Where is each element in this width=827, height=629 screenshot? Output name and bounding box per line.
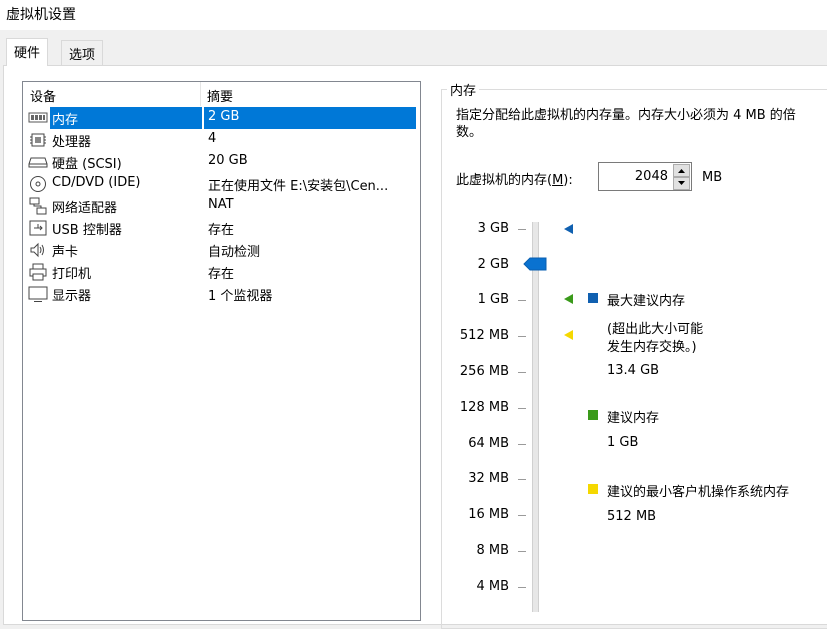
memory-stepper[interactable] [598,162,692,191]
memory-input-label-text: 此虚拟机的内存(M): [456,173,573,188]
min-guest-marker-icon [562,329,574,341]
device-row-usb-controller[interactable]: USB 控制器 存在 [24,217,419,239]
column-header-device[interactable]: 设备 [23,82,201,106]
device-summary: 自动检测 [208,245,261,260]
memory-value-input[interactable] [600,164,672,189]
device-row-memory[interactable]: 内存 2 GB [24,107,419,129]
max-recommended-value: 13.4 GB [607,363,660,378]
recommended-label: 建议内存 [607,411,660,426]
max-recommended-note-line2: 发生内存交换。) [607,340,697,355]
device-summary: 正在使用文件 E:\安装包\Cen... [208,179,389,194]
tab-options[interactable]: 选项 [61,40,104,65]
device-row-display[interactable]: 显示器 1 个监视器 [24,283,419,305]
device-name: 打印机 [52,267,92,282]
scale-label: 8 MB [476,543,509,558]
scale-label: 128 MB [459,400,509,415]
min-guest-label: 建议的最小客户机操作系统内存 [607,485,790,500]
window-title: 虚拟机设置 [6,7,76,23]
memory-increment-button[interactable] [673,164,690,177]
title-bar: 虚拟机设置 [0,0,827,30]
scale-label: 32 MB [468,471,509,486]
scale-label: 512 MB [459,328,509,343]
memory-decrement-button[interactable] [673,177,690,190]
scale-label: 16 MB [468,507,509,522]
min-guest-legend-swatch [588,484,598,494]
memory-slider-track[interactable] [532,222,539,612]
device-row-cd-dvd[interactable]: CD/DVD (IDE) 正在使用文件 E:\安装包\Cen... [24,173,419,195]
tab-strip: 硬件 选项 [0,30,827,66]
max-recommended-legend-swatch [588,293,598,303]
device-row-processor[interactable]: 处理器 4 [24,129,419,151]
device-list[interactable]: 设备 摘要 内存 2 GB 处理器 4 硬盘 (SCSI) 20 GB CD/D… [22,81,421,621]
device-summary: 2 GB [204,107,416,129]
memory-input-label: 此虚拟机的内存(M): [456,169,573,188]
scale-label: 3 GB [477,221,509,236]
device-summary: 4 [208,131,217,146]
memory-slider-thumb[interactable] [523,257,547,271]
recommended-legend-swatch [588,410,598,420]
network-adapter-icon [28,197,48,215]
device-name: 内存 [50,107,202,129]
device-row-sound-card[interactable]: 声卡 自动检测 [24,239,419,261]
cd-dvd-icon [28,175,48,193]
device-list-header: 设备 摘要 [23,82,420,106]
usb-icon [28,219,48,237]
device-name: 显示器 [52,289,92,304]
memory-icon [28,109,48,127]
slider-tick [518,551,526,552]
column-header-summary[interactable]: 摘要 [201,82,420,106]
hard-disk-icon [28,153,48,171]
memory-description: 指定分配给此虚拟机的内存量。内存大小必须为 4 MB 的倍数。 [456,108,796,140]
device-row-hard-disk[interactable]: 硬盘 (SCSI) 20 GB [24,151,419,173]
memory-group-title: 内存 [447,80,480,99]
device-summary: 20 GB [208,153,248,168]
mnemonic-letter: M [552,173,564,188]
sound-card-icon [28,241,48,259]
device-summary: 存在 [208,267,235,282]
display-icon [28,285,48,303]
device-row-network-adapter[interactable]: 网络适配器 NAT [24,195,419,217]
max-recommended-label: 最大建议内存 [607,294,686,309]
device-summary: 存在 [208,223,235,238]
slider-tick [518,336,526,337]
slider-tick [518,229,526,230]
slider-tick [518,587,526,588]
min-guest-value: 512 MB [607,509,657,524]
scale-label: 64 MB [468,436,509,451]
device-summary: 1 个监视器 [208,289,273,304]
scale-label: 2 GB [477,257,509,272]
scale-label: 1 GB [477,292,509,307]
slider-tick [518,515,526,516]
device-name: CD/DVD (IDE) [52,175,141,190]
slider-tick [518,372,526,373]
scale-label: 4 MB [476,579,509,594]
device-name: 硬盘 (SCSI) [52,157,122,172]
device-name: 声卡 [52,245,79,260]
device-name: USB 控制器 [52,223,122,238]
tab-hardware[interactable]: 硬件 [6,38,49,66]
device-summary: NAT [208,197,234,212]
slider-tick [518,444,526,445]
slider-tick [518,479,526,480]
printer-icon [28,263,48,281]
device-row-printer[interactable]: 打印机 存在 [24,261,419,283]
device-name: 网络适配器 [52,201,118,216]
slider-tick [518,408,526,409]
processor-icon [28,131,48,149]
max-recommended-marker-icon [562,223,574,235]
recommended-marker-icon [562,293,574,305]
max-recommended-note-line1: (超出此大小可能 [607,322,704,337]
scale-label: 256 MB [459,364,509,379]
recommended-value: 1 GB [607,435,639,450]
memory-unit: MB [702,170,723,185]
device-name: 处理器 [52,135,92,150]
slider-tick [518,300,526,301]
